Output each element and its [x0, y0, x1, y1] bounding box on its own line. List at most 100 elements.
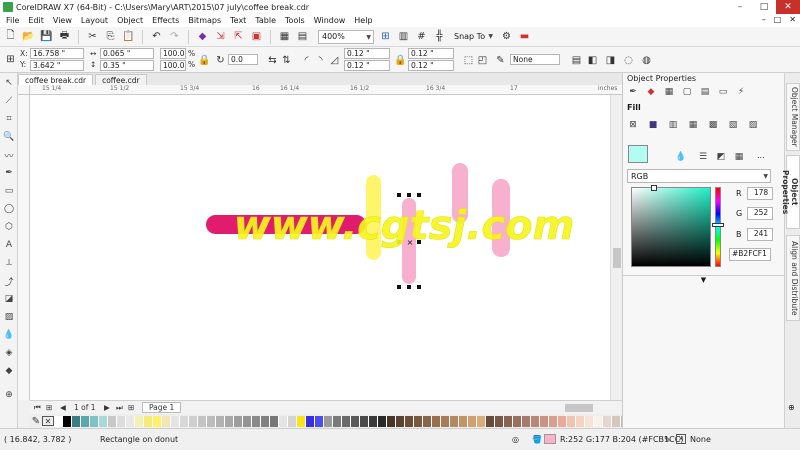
palette-swatch[interactable] — [162, 415, 171, 427]
palette-pick-icon[interactable]: ✎ — [30, 415, 42, 428]
palette-swatch[interactable] — [522, 415, 531, 427]
artistic-media-icon[interactable]: ✒ — [3, 167, 15, 179]
publish-pdf-icon[interactable]: ▣ — [250, 30, 263, 43]
pick-tool-icon[interactable]: ↖ — [3, 77, 15, 89]
smart-fill-icon[interactable]: ◆ — [3, 365, 15, 377]
ruler-origin[interactable] — [18, 85, 30, 95]
height-field[interactable]: 0.35 " — [100, 60, 154, 71]
palette-swatch[interactable] — [432, 415, 441, 427]
mirror-horizontal-icon[interactable]: ⇆ — [266, 54, 279, 67]
undo-icon[interactable]: ↶ — [150, 30, 163, 43]
expand-toggle-icon[interactable]: ▼ — [623, 275, 784, 285]
color-model-dropdown[interactable]: RGB ▼ — [627, 169, 771, 183]
redo-icon[interactable]: ↷ — [168, 30, 181, 43]
palette-swatch[interactable] — [612, 415, 621, 427]
color-proof-icon[interactable]: ◎ — [512, 435, 519, 444]
import-icon[interactable]: ⇲ — [214, 30, 227, 43]
red-value-field[interactable]: 178 — [747, 187, 773, 200]
menu-object[interactable]: Object — [117, 16, 143, 25]
horizontal-ruler[interactable]: 15 1/4 15 1/2 15 3/4 16 16 1/4 16 1/2 16… — [30, 85, 622, 95]
palette-swatch[interactable] — [504, 415, 513, 427]
summary-tab-icon[interactable]: ▤ — [699, 86, 711, 97]
no-fill-icon[interactable]: ⊠ — [627, 119, 639, 130]
green-value-field[interactable]: 252 — [747, 207, 773, 220]
ellipse-tool-icon[interactable]: ◯ — [3, 203, 15, 215]
zoom-level-combo[interactable]: 400% ▼ — [318, 29, 374, 44]
menu-text[interactable]: Text — [230, 16, 246, 25]
palette-swatch[interactable] — [198, 415, 207, 427]
shape-tool-icon[interactable]: ⟋ — [3, 95, 15, 107]
palette-swatch[interactable] — [468, 415, 477, 427]
palette-swatch[interactable] — [378, 415, 387, 427]
round-corner-icon[interactable]: ◜ — [300, 54, 313, 67]
hex-value-field[interactable]: #B2FCF1 — [729, 248, 771, 261]
zoom-tool-icon[interactable]: 🔍 — [3, 131, 15, 143]
page-add-before-icon[interactable]: ⊞ — [46, 403, 52, 412]
fill-color-swatch[interactable] — [544, 434, 556, 444]
palette-swatch[interactable] — [54, 415, 63, 427]
add-docker-icon[interactable]: ⊕ — [788, 403, 795, 412]
doc-restore-button[interactable]: □ — [774, 15, 782, 24]
add-tool-icon[interactable]: ⊕ — [3, 389, 15, 401]
frame-tab-icon[interactable]: ▭ — [717, 86, 729, 97]
menu-file[interactable]: File — [6, 16, 19, 25]
x-position-field[interactable]: 16.758 " — [30, 48, 84, 59]
wrap-text-icon[interactable]: ▤ — [570, 54, 583, 67]
palette-swatch[interactable] — [513, 415, 522, 427]
fill-tab-icon[interactable]: ◆ — [645, 86, 657, 97]
palette-swatch[interactable] — [234, 415, 243, 427]
transparency-icon[interactable]: ▨ — [3, 311, 15, 323]
object-origin-icon[interactable]: ⊞ — [4, 53, 17, 66]
text-tab-icon[interactable]: ⚡ — [735, 86, 747, 97]
no-outline-icon[interactable]: ✕ — [676, 434, 686, 444]
tab-coffee-break[interactable]: coffee break.cdr — [18, 74, 94, 85]
copy-icon[interactable]: ⎘ — [104, 30, 117, 43]
transparency-tab-icon[interactable]: ▦ — [663, 86, 675, 97]
options-gear-icon[interactable]: ⚙ — [500, 30, 513, 43]
tab-object-manager[interactable]: Object Manager — [786, 83, 800, 151]
palette-swatch[interactable] — [279, 415, 288, 427]
postscript-fill-icon[interactable]: ▨ — [747, 119, 759, 130]
rulers-icon[interactable]: ▥ — [397, 30, 410, 43]
guidelines-icon[interactable]: ╬ — [433, 30, 446, 43]
palette-swatch[interactable] — [216, 415, 225, 427]
page-add-after-icon[interactable]: ⊞ — [128, 403, 134, 412]
more-options[interactable]: ... — [757, 151, 765, 160]
rotation-angle-field[interactable]: 0.0 — [228, 54, 258, 65]
chamfer-corner-icon[interactable]: ◿ — [328, 54, 341, 67]
palette-swatch[interactable] — [315, 415, 324, 427]
menu-view[interactable]: View — [53, 16, 72, 25]
scale-width-field[interactable]: 100.0 — [160, 48, 186, 59]
palette-no-color-icon[interactable]: ✕ — [42, 416, 54, 426]
page-next-icon[interactable]: ▶ — [104, 403, 110, 412]
interactive-fill-icon[interactable]: ◈ — [3, 347, 15, 359]
palette-swatch[interactable] — [189, 415, 198, 427]
palette-swatch[interactable] — [360, 415, 369, 427]
doc-close-button[interactable]: ✕ — [789, 15, 796, 24]
to-front-icon[interactable]: ◧ — [586, 54, 599, 67]
connector-tool-icon[interactable]: ⤴ — [3, 275, 15, 288]
palette-swatch[interactable] — [414, 415, 423, 427]
palette-swatch[interactable] — [477, 415, 486, 427]
vertical-scrollbar[interactable] — [610, 95, 622, 400]
palette-swatch[interactable] — [396, 415, 405, 427]
scale-corners-icon[interactable]: ◰ — [476, 54, 489, 67]
palette-swatch[interactable] — [342, 415, 351, 427]
palette-swatch[interactable] — [243, 415, 252, 427]
color-viewer-icon[interactable]: ◩ — [715, 151, 727, 162]
menu-window[interactable]: Window — [314, 16, 346, 25]
menu-table[interactable]: Table — [255, 16, 276, 25]
minimize-button[interactable]: – — [728, 0, 752, 14]
corner-top-left-field[interactable]: 0.12 " — [344, 48, 390, 59]
palette-swatch[interactable] — [495, 415, 504, 427]
palette-swatch[interactable] — [324, 415, 333, 427]
save-icon[interactable]: 💾 — [40, 30, 53, 43]
color-picker-area[interactable] — [631, 187, 711, 267]
palette-swatch[interactable] — [81, 415, 90, 427]
vertical-ruler[interactable] — [18, 95, 30, 400]
current-fill-swatch[interactable] — [628, 145, 648, 163]
menu-tools[interactable]: Tools — [285, 16, 305, 25]
vector-pattern-icon[interactable]: ▦ — [687, 119, 699, 130]
outline-width-combo[interactable]: None — [510, 54, 560, 65]
uniform-fill-icon[interactable]: ■ — [647, 119, 659, 130]
